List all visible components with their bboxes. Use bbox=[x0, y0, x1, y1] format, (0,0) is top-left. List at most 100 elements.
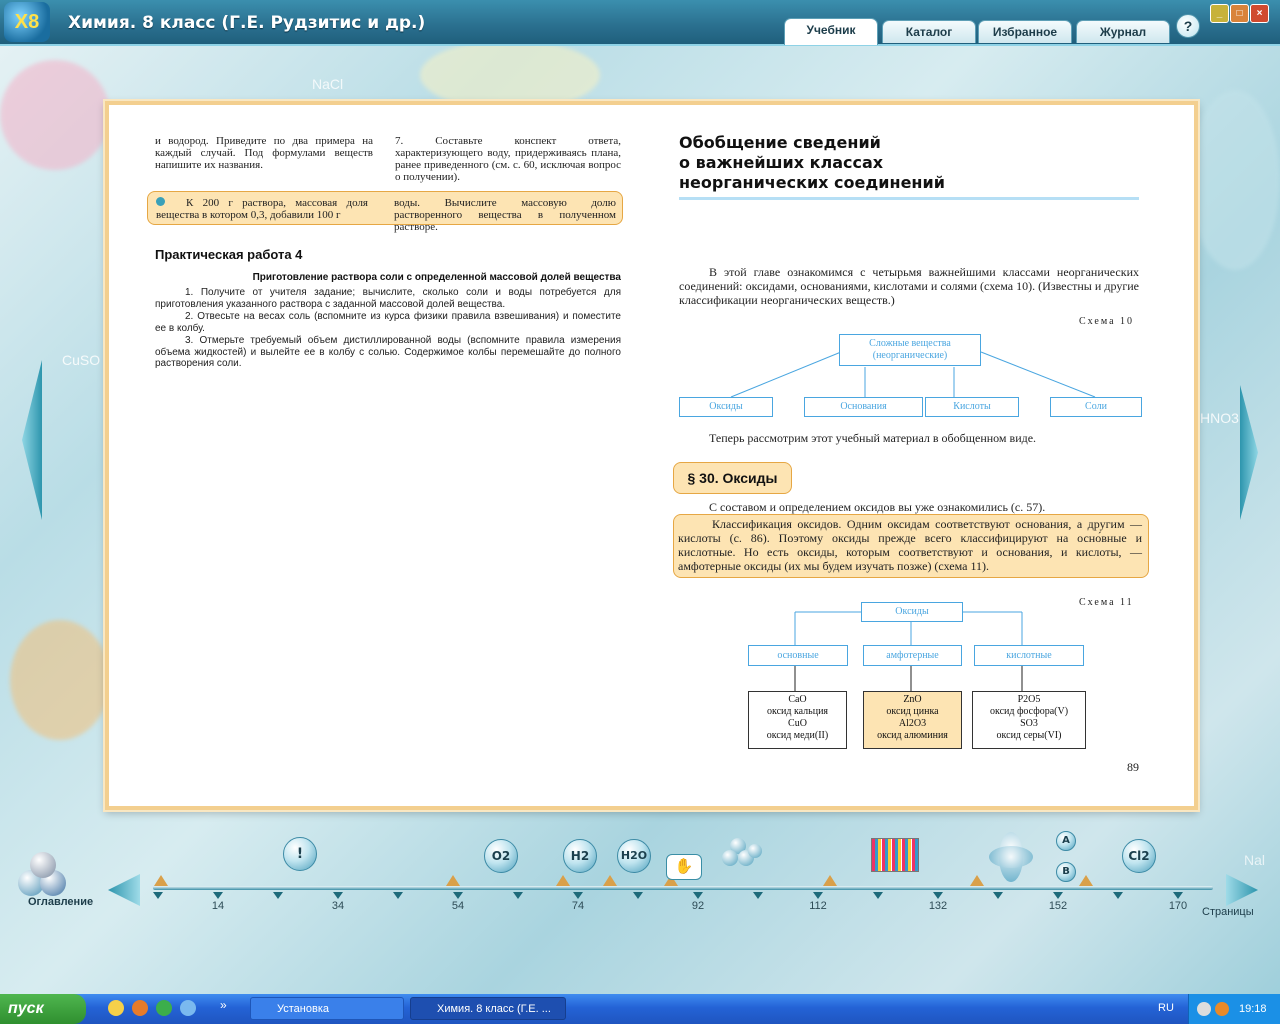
start-button[interactable]: пуск bbox=[0, 994, 86, 1024]
tab-favorites[interactable]: Избранное bbox=[978, 20, 1072, 43]
practical-step-1: 1. Получите от учителя задание; вычислит… bbox=[155, 287, 621, 310]
section-heading[interactable]: § 30. Оксиды bbox=[673, 462, 792, 494]
tray-back-icon[interactable] bbox=[1197, 1002, 1211, 1016]
scheme11-root: Оксиды bbox=[861, 602, 963, 622]
scheme11-acidic-examples: P2O5 оксид фосфора(V) SO3 оксид серы(VI) bbox=[972, 691, 1086, 749]
quicklaunch-email-icon[interactable] bbox=[108, 1000, 124, 1016]
page-tick-label[interactable]: 112 bbox=[803, 900, 833, 912]
classification-highlight[interactable]: Классификация оксидов. Одним оксидам соо… bbox=[673, 514, 1149, 578]
timeline-track[interactable] bbox=[153, 886, 1213, 890]
tray-app-icon[interactable] bbox=[1215, 1002, 1229, 1016]
language-indicator[interactable]: RU bbox=[1158, 1002, 1174, 1014]
periodic-table-icon[interactable] bbox=[871, 838, 919, 872]
exclaim-bubble-icon[interactable]: ! bbox=[283, 837, 317, 871]
resource-marker[interactable] bbox=[1079, 875, 1093, 886]
tab-catalog[interactable]: Каталог bbox=[882, 20, 976, 43]
name-zno: оксид цинка bbox=[886, 706, 939, 717]
task-setup[interactable]: Установка bbox=[250, 997, 404, 1020]
maximize-button[interactable]: □ bbox=[1230, 4, 1249, 23]
formula-cao: CaO bbox=[788, 694, 807, 705]
close-button[interactable]: × bbox=[1250, 4, 1269, 23]
timeline-tick[interactable] bbox=[513, 892, 523, 899]
timeline-tick[interactable] bbox=[933, 892, 943, 899]
tab-textbook[interactable]: Учебник bbox=[784, 18, 878, 45]
page-tick-label[interactable]: 54 bbox=[443, 900, 473, 912]
resource-marker[interactable] bbox=[446, 875, 460, 886]
timeline-tick[interactable] bbox=[873, 892, 883, 899]
timeline-tick[interactable] bbox=[633, 892, 643, 899]
minimize-button[interactable]: _ bbox=[1210, 4, 1229, 23]
resource-marker[interactable] bbox=[823, 875, 837, 886]
name-so3: оксид серы(VI) bbox=[996, 730, 1062, 741]
timeline-tick[interactable] bbox=[453, 892, 463, 899]
task8-text-part2: воды. Вычислите массовую долю растворенн… bbox=[394, 197, 616, 233]
bg-label-hno3: HNO3 bbox=[1200, 410, 1239, 426]
quicklaunch-more-icon[interactable]: » bbox=[220, 998, 227, 1012]
system-tray: 19:18 bbox=[1188, 994, 1280, 1024]
timeline-tick[interactable] bbox=[693, 892, 703, 899]
prev-page-arrow[interactable] bbox=[22, 360, 42, 520]
reaction-a-icon[interactable]: A bbox=[1056, 831, 1076, 851]
molecule-icon[interactable] bbox=[722, 838, 764, 872]
timeline-tick[interactable] bbox=[573, 892, 583, 899]
hand-pointer-icon[interactable]: ✋ bbox=[666, 854, 702, 880]
background-photo-bottle bbox=[1190, 90, 1280, 270]
scheme11-label: Схема 11 bbox=[1079, 597, 1134, 608]
h2-bubble-icon[interactable]: H2 bbox=[563, 839, 597, 873]
pages-label[interactable]: Страницы bbox=[1202, 906, 1254, 918]
cl2-bubble-icon[interactable]: Cl2 bbox=[1122, 839, 1156, 873]
resource-marker[interactable] bbox=[970, 875, 984, 886]
page-tick-label[interactable]: 14 bbox=[203, 900, 233, 912]
timeline-tick[interactable] bbox=[1113, 892, 1123, 899]
orbital-icon[interactable] bbox=[989, 832, 1033, 882]
page-navigator: Оглавление Страницы 14 34 54 74 92 112 1… bbox=[0, 820, 1280, 994]
timeline-tick[interactable] bbox=[333, 892, 343, 899]
timeline-tick[interactable] bbox=[753, 892, 763, 899]
contents-icon[interactable] bbox=[18, 852, 70, 898]
page-tick-label[interactable]: 74 bbox=[563, 900, 593, 912]
task-highlight[interactable]: К 200 г раствора, массовая доля вещества… bbox=[147, 191, 623, 233]
timeline-next-arrow[interactable] bbox=[1226, 874, 1258, 906]
app-window: NaCl CuSO HNO3 Nal X8 Химия. 8 класс (Г.… bbox=[0, 0, 1280, 994]
quicklaunch-firefox-icon[interactable] bbox=[132, 1000, 148, 1016]
timeline-tick[interactable] bbox=[813, 892, 823, 899]
timeline-tick[interactable] bbox=[273, 892, 283, 899]
page-tick-label[interactable]: 92 bbox=[683, 900, 713, 912]
o2-bubble-icon[interactable]: O2 bbox=[484, 839, 518, 873]
next-page-arrow[interactable] bbox=[1240, 385, 1258, 520]
resource-marker[interactable] bbox=[603, 875, 617, 886]
formula-zno: ZnO bbox=[903, 694, 922, 705]
scheme11-amphoteric-examples[interactable]: ZnO оксид цинка Al2O3 оксид алюминия bbox=[863, 691, 962, 749]
quicklaunch-ie-icon[interactable] bbox=[180, 1000, 196, 1016]
page-tick-label[interactable]: 34 bbox=[323, 900, 353, 912]
page-tick-label[interactable]: 170 bbox=[1163, 900, 1193, 912]
clock[interactable]: 19:18 bbox=[1239, 994, 1267, 1024]
timeline-tick[interactable] bbox=[993, 892, 1003, 899]
practical-subtitle: Приготовление раствора соли с определенн… bbox=[252, 272, 621, 283]
tab-journal[interactable]: Журнал bbox=[1076, 20, 1170, 43]
timeline-tick[interactable] bbox=[393, 892, 403, 899]
task-chemistry[interactable]: Химия. 8 класс (Г.Е. ... bbox=[410, 997, 566, 1020]
h2o-bubble-icon[interactable]: H2O bbox=[617, 839, 651, 873]
quicklaunch-app-icon[interactable] bbox=[156, 1000, 172, 1016]
resource-marker[interactable] bbox=[556, 875, 570, 886]
scheme11-arrows bbox=[794, 665, 1023, 691]
timeline-tick[interactable] bbox=[1053, 892, 1063, 899]
contents-label[interactable]: Оглавление bbox=[28, 896, 93, 908]
timeline-prev-arrow[interactable] bbox=[108, 874, 140, 906]
scheme10-node-bases: Основания bbox=[804, 397, 923, 417]
after-scheme-text: Теперь рассмотрим этот учебный материал … bbox=[709, 431, 1037, 445]
scheme10-node-acids: Кислоты bbox=[925, 397, 1019, 417]
bg-label-nacl: NaCl bbox=[312, 76, 344, 92]
page-tick-label[interactable]: 152 bbox=[1043, 900, 1073, 912]
timeline-tick[interactable] bbox=[1173, 892, 1183, 899]
resource-marker[interactable] bbox=[154, 875, 168, 886]
timeline-tick[interactable] bbox=[213, 892, 223, 899]
bg-label-cuso: CuSO bbox=[62, 352, 101, 368]
left-col1-text: и водород. Приведите по два примера на к… bbox=[155, 135, 373, 171]
scheme11-amphoteric: амфотерные bbox=[863, 645, 962, 666]
timeline-tick[interactable] bbox=[153, 892, 163, 899]
page-tick-label[interactable]: 132 bbox=[923, 900, 953, 912]
reaction-b-icon[interactable]: B bbox=[1056, 862, 1076, 882]
help-button[interactable]: ? bbox=[1176, 14, 1200, 38]
